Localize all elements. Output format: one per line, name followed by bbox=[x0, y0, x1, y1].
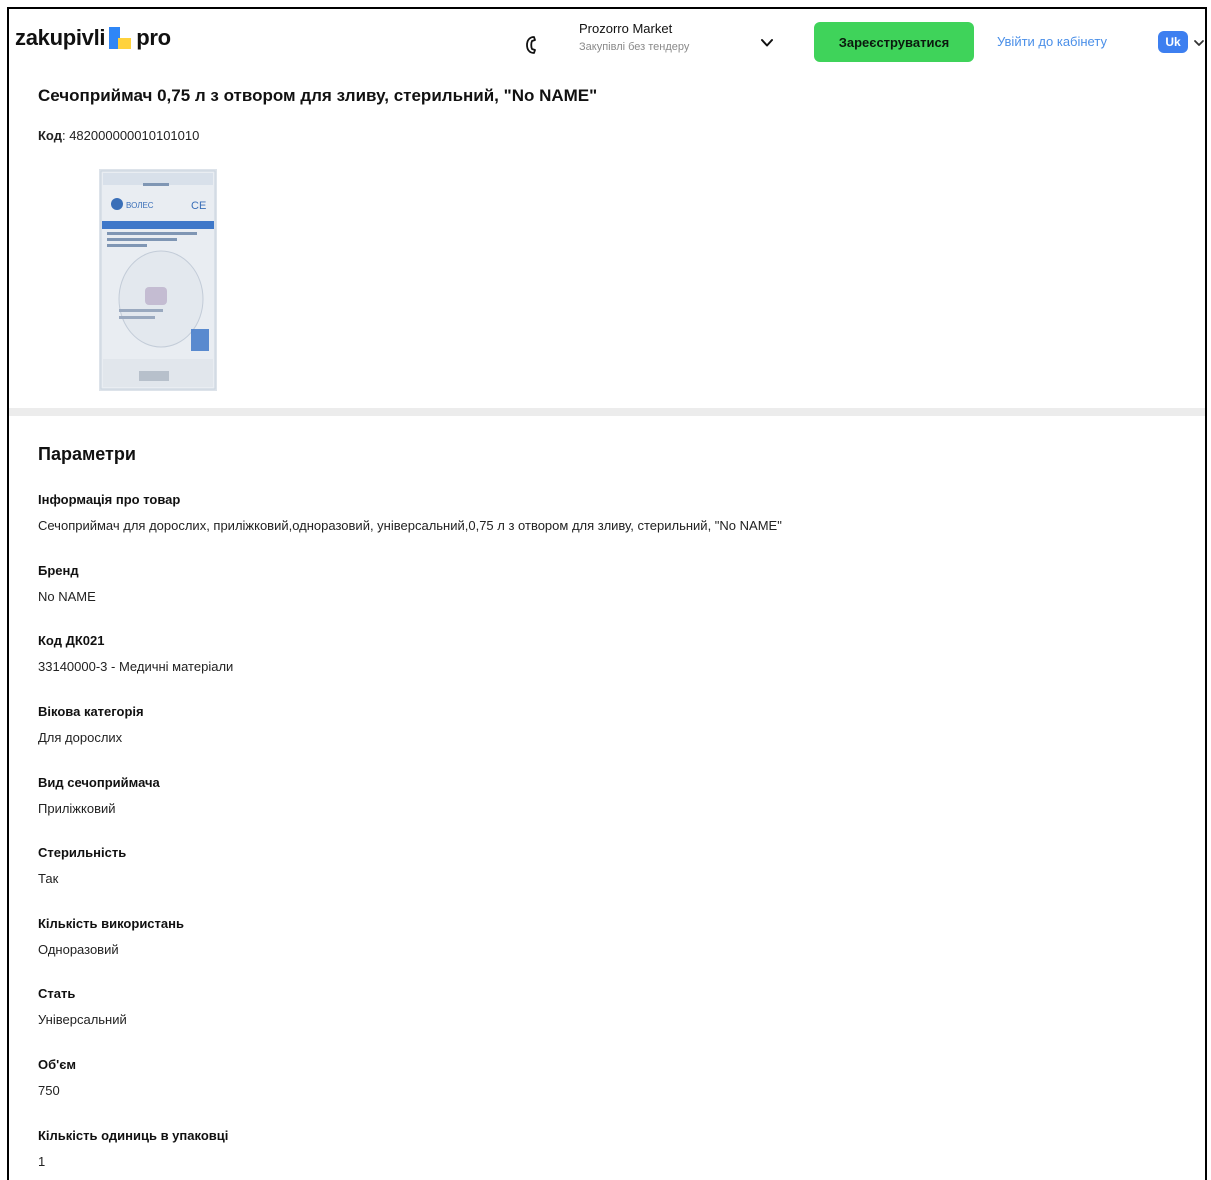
package-ce-mark: CE bbox=[191, 200, 206, 212]
product-image[interactable]: ВОЛЕС CE bbox=[99, 169, 217, 391]
param-age-category: Вікова категорія Для дорослих bbox=[38, 704, 144, 745]
param-value: Приліжковий bbox=[38, 801, 116, 816]
param-volume: Об'єм 750 bbox=[38, 1057, 76, 1098]
param-label: Інформація про товар bbox=[38, 492, 181, 507]
param-value: 750 bbox=[38, 1083, 60, 1098]
param-label: Вікова категорія bbox=[38, 704, 144, 719]
param-label: Бренд bbox=[38, 563, 79, 578]
param-value: 33140000-3 - Медичні матеріали bbox=[38, 659, 234, 674]
product-card: Сечоприймач 0,75 л з отвором для зливу, … bbox=[9, 74, 1205, 409]
login-link[interactable]: Увійти до кабінету bbox=[997, 34, 1107, 49]
param-label: Код ДК021 bbox=[38, 633, 105, 648]
language-selector[interactable]: Uk bbox=[1158, 31, 1188, 53]
param-value: Універсальний bbox=[38, 1012, 127, 1027]
package-brand-text: ВОЛЕС bbox=[126, 201, 154, 210]
param-label: Стерильність bbox=[38, 845, 127, 860]
param-product-info: Інформація про товар Сечоприймач для дор… bbox=[38, 492, 782, 533]
site-header: zakupivli pro Prozorro Market Закупівлі … bbox=[9, 9, 1205, 74]
param-value: Одноразовий bbox=[38, 942, 119, 957]
param-dk021-code: Код ДК021 33140000-3 - Медичні матеріали bbox=[38, 633, 233, 674]
param-gender: Стать Універсальний bbox=[38, 986, 127, 1027]
logo-text-right: pro bbox=[136, 25, 171, 50]
market-subtitle: Закупівлі без тендеру bbox=[579, 41, 690, 53]
market-selector[interactable]: Prozorro Market Закупівлі без тендеру bbox=[579, 21, 689, 53]
param-sterility: Стерильність Так bbox=[38, 845, 126, 886]
param-value: Для дорослих bbox=[38, 730, 123, 745]
market-title: Prozorro Market bbox=[579, 21, 673, 36]
product-title: Сечоприймач 0,75 л з отвором для зливу, … bbox=[38, 86, 598, 105]
phone-icon[interactable] bbox=[523, 35, 539, 55]
logo-mark-icon bbox=[109, 27, 132, 49]
param-label: Кількість одиниць в упаковці bbox=[38, 1128, 229, 1143]
parameters-section: Параметри Інформація про товар Сечоприйм… bbox=[9, 416, 1205, 1180]
param-units-per-pack: Кількість одиниць в упаковці 1 bbox=[38, 1128, 228, 1169]
page-frame: zakupivli pro Prozorro Market Закупівлі … bbox=[7, 7, 1207, 1180]
parameters-title: Параметри bbox=[38, 444, 136, 464]
param-value: Так bbox=[38, 871, 59, 886]
chevron-down-icon[interactable] bbox=[760, 36, 774, 50]
param-label: Кількість використань bbox=[38, 916, 184, 931]
product-code-label: Код bbox=[38, 128, 62, 143]
param-label: Стать bbox=[38, 986, 76, 1001]
param-value: 1 bbox=[38, 1154, 46, 1169]
param-label: Об'єм bbox=[38, 1057, 77, 1072]
param-value: Сечоприймач для дорослих, приліжковий,од… bbox=[38, 518, 782, 533]
register-button[interactable]: Зареєструватися bbox=[814, 22, 974, 62]
product-code: Код: 482000000010101010 bbox=[38, 128, 200, 143]
product-code-value: 482000000010101010 bbox=[69, 128, 200, 143]
language-chevron-down-icon[interactable] bbox=[1193, 37, 1205, 49]
logo-text-left: zakupivli bbox=[15, 25, 106, 50]
param-brand: Бренд No NAME bbox=[38, 563, 96, 604]
param-label: Вид сечоприймача bbox=[38, 775, 160, 790]
section-divider bbox=[9, 408, 1205, 416]
param-urinal-type: Вид сечоприймача Приліжковий bbox=[38, 775, 160, 816]
site-logo[interactable]: zakupivli pro bbox=[15, 25, 171, 51]
param-usage-count: Кількість використань Одноразовий bbox=[38, 916, 184, 957]
param-value: No NAME bbox=[38, 589, 96, 604]
